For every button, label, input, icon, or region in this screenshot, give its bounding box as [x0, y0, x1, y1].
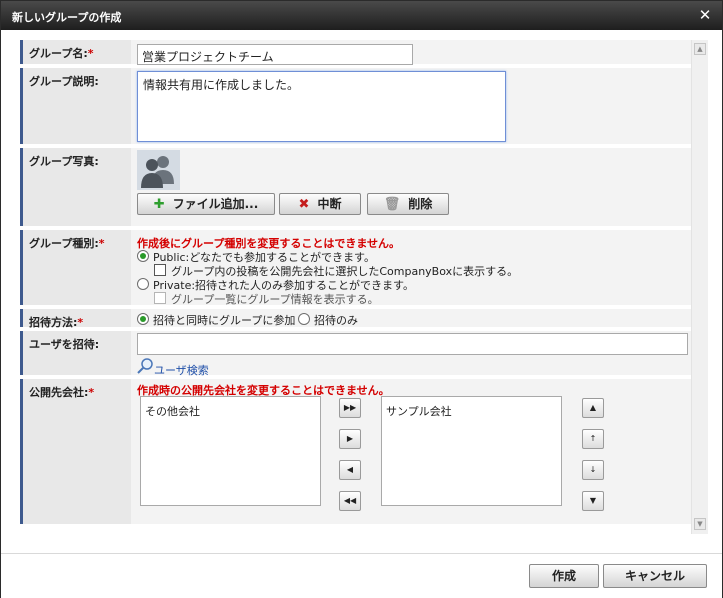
label-group-desc: グループ説明: — [20, 68, 131, 144]
list-item[interactable]: その他会社 — [145, 403, 316, 419]
add-file-button[interactable]: ✚ ファイル追加... — [137, 193, 275, 215]
row-group-type: グループ種別:* 作成後にグループ種別を変更することはできません。 Public… — [20, 230, 691, 309]
field-group-type: 作成後にグループ種別を変更することはできません。 Public:どなたでも参加す… — [131, 230, 691, 306]
label-group-photo: グループ写真: — [20, 148, 131, 226]
group-form: グループ名:* 営業プロジェクトチーム グループ説明: 情報共有用に作成しました… — [20, 40, 691, 524]
scroll-up-icon[interactable]: ▲ — [694, 43, 706, 55]
label-invite-method: 招待方法:* — [20, 309, 131, 329]
user-search-link[interactable]: ユーザ検索 — [154, 362, 209, 378]
row-group-name: グループ名:* 営業プロジェクトチーム — [20, 40, 691, 68]
order-up-button[interactable]: ↑ — [582, 429, 604, 449]
move-right-button[interactable]: ▶ — [339, 429, 361, 449]
invite-only-label: 招待のみ — [314, 314, 358, 327]
label-group-type: グループ種別:* — [20, 230, 131, 305]
order-down-button[interactable]: ↓ — [582, 460, 604, 480]
group-name-input[interactable]: 営業プロジェクトチーム — [137, 44, 413, 65]
row-group-photo: グループ写真: ✚ ファイル追加... ✖ 中断 🗑 削除 — [20, 148, 691, 230]
upload-cancel-button[interactable]: ✖ 中断 — [279, 193, 361, 215]
group-desc-textarea[interactable]: 情報共有用に作成しました。 — [137, 71, 506, 142]
photo-delete-button[interactable]: 🗑 削除 — [367, 193, 449, 215]
move-all-left-button[interactable]: ◀◀ — [339, 491, 361, 511]
available-company-list[interactable]: その他会社 — [140, 396, 321, 506]
row-invite-method: 招待方法:* 招待と同時にグループに参加 招待のみ — [20, 309, 691, 331]
checkbox-public-option[interactable] — [154, 264, 166, 276]
scroll-down-icon[interactable]: ▼ — [694, 518, 706, 530]
label-publish-company: 公開先会社:* — [20, 379, 131, 524]
field-group-desc: 情報共有用に作成しました。 — [131, 68, 691, 144]
radio-private[interactable] — [137, 278, 149, 290]
field-publish-company: 作成時の公開先会社を変更することはできません。 その他会社 ▶▶ ▶ ◀ ◀◀ … — [131, 379, 691, 524]
radio-invite-only[interactable] — [298, 313, 310, 325]
cancel-button[interactable]: キャンセル — [603, 564, 707, 588]
label-group-name: グループ名:* — [20, 40, 131, 64]
trash-icon: 🗑 — [383, 197, 401, 212]
checkbox-private-option[interactable] — [154, 292, 166, 304]
private-option-label: グループ一覧にグループ情報を表示する。 — [171, 293, 379, 306]
row-publish-company: 公開先会社:* 作成時の公開先会社を変更することはできません。 その他会社 ▶▶… — [20, 379, 691, 524]
group-avatar-icon — [137, 150, 180, 190]
field-group-name: 営業プロジェクトチーム — [131, 40, 691, 65]
plus-icon: ✚ — [153, 197, 165, 212]
dialog-footer: 作成 キャンセル — [1, 553, 722, 598]
form-scrollbar[interactable]: ▲ ▼ — [691, 40, 708, 534]
radio-public[interactable] — [137, 250, 149, 262]
create-button[interactable]: 作成 — [529, 564, 599, 588]
invite-user-input[interactable] — [137, 333, 688, 355]
order-top-button[interactable]: ▲ — [582, 398, 604, 418]
radio-invite-join[interactable] — [137, 313, 149, 325]
dialog-titlebar: 新しいグループの作成 ✕ — [1, 1, 722, 30]
move-left-button[interactable]: ◀ — [339, 460, 361, 480]
field-invite-method: 招待と同時にグループに参加 招待のみ — [131, 309, 691, 327]
close-icon[interactable]: ✕ — [697, 7, 713, 23]
create-group-dialog: 新しいグループの作成 ✕ グループ名:* 営業プロジェクトチーム グループ説明:… — [0, 0, 723, 598]
list-item[interactable]: サンプル会社 — [386, 403, 557, 419]
label-invite-users: ユーザを招待: — [20, 331, 131, 375]
field-invite-users: ユーザ検索 — [131, 331, 691, 378]
invite-join-label: 招待と同時にグループに参加 — [153, 314, 296, 327]
x-icon: ✖ — [298, 197, 310, 212]
magnifier-icon[interactable] — [137, 358, 155, 374]
order-bottom-button[interactable]: ▼ — [582, 491, 604, 511]
row-group-desc: グループ説明: 情報共有用に作成しました。 — [20, 68, 691, 148]
field-group-photo: ✚ ファイル追加... ✖ 中断 🗑 削除 — [131, 148, 691, 226]
row-invite-users: ユーザを招待: ユーザ検索 — [20, 331, 691, 379]
move-all-right-button[interactable]: ▶▶ — [339, 398, 361, 418]
dialog-title: 新しいグループの作成 — [12, 11, 122, 24]
selected-company-list[interactable]: サンプル会社 — [381, 396, 562, 506]
